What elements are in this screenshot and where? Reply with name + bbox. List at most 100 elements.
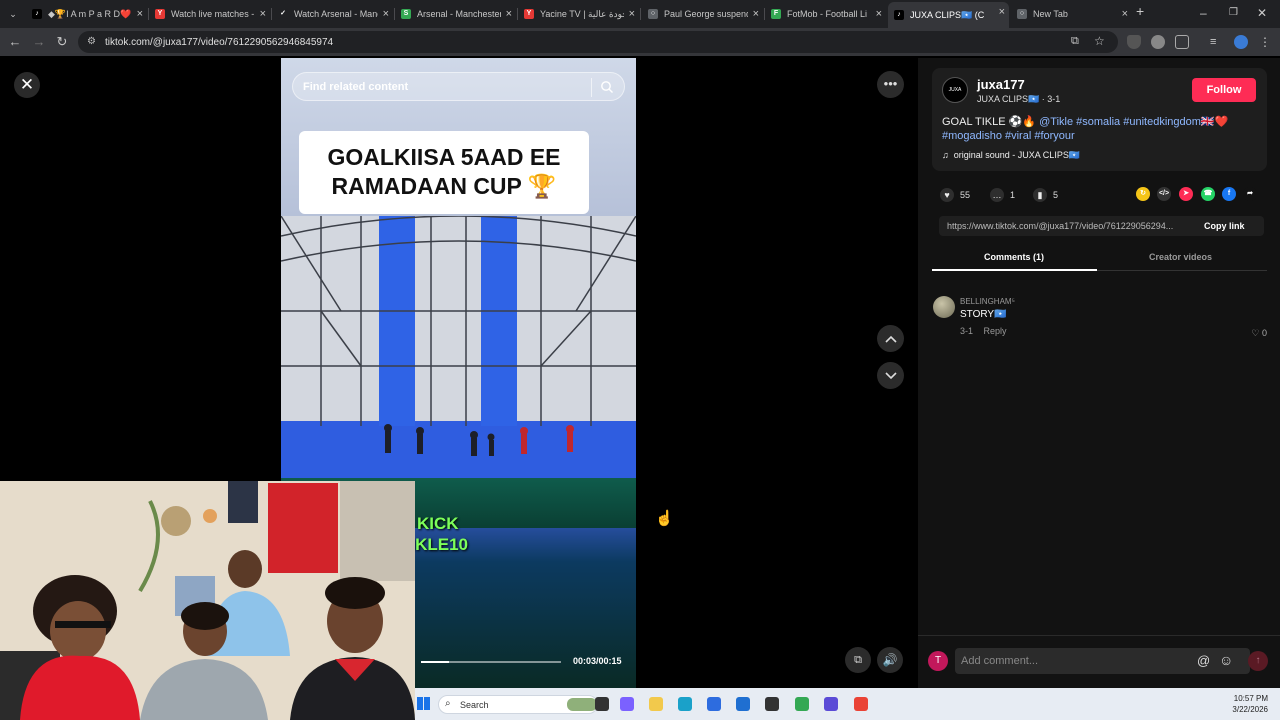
share-icon[interactable]: ➦ [1243,187,1257,201]
url-text[interactable]: tiktok.com/@juxa177/video/76122905629468… [105,37,333,48]
app-icon-2[interactable] [824,697,838,711]
tab-close-icon[interactable]: × [137,8,143,20]
reply-button[interactable]: Reply [984,326,1007,336]
tab-search-icon[interactable]: ⌄ [4,5,22,23]
webcam-overlay [0,481,415,720]
commenter-username[interactable]: BELLINGHAM⁵ [960,297,1015,306]
taskbar-clock[interactable]: 10:57 PM 3/22/2026 [1232,693,1268,715]
tab-close-icon[interactable]: × [876,8,882,20]
profile-avatar[interactable] [1234,35,1248,49]
send-icon[interactable]: ➤ [1179,187,1193,201]
caption-mention[interactable]: @Tikle [1039,116,1073,128]
author-avatar[interactable]: JUXA [942,77,968,103]
panel-tabs: Comments (1) Creator videos [932,245,1267,271]
more-options-button[interactable]: ••• [877,71,904,98]
tab-close-icon[interactable]: × [999,6,1005,18]
clock-time: 10:57 PM [1233,694,1268,703]
tab-favicon-icon: ○ [648,9,658,19]
browser-tab[interactable]: ♪ ◆🏆I A m P a R D❤️ × [26,4,147,24]
puzzle-extensions-icon[interactable] [1175,35,1189,49]
address-bar[interactable]: ⚙ tiktok.com/@juxa177/video/761229056294… [78,31,1118,53]
copilot-icon[interactable] [620,697,634,711]
tab-close-icon[interactable]: × [506,8,512,20]
outlook-icon[interactable] [736,697,750,711]
post-comment-button[interactable]: ↑ [1248,651,1268,671]
tab-close-icon[interactable]: × [383,8,389,20]
whatsapp-icon[interactable]: ☎ [1201,187,1215,201]
mention-icon[interactable]: @ [1197,653,1210,668]
store-icon[interactable] [707,697,721,711]
commenter-avatar[interactable] [933,296,955,318]
bookmark-star-icon[interactable]: ☆ [1094,34,1105,48]
previous-video-button[interactable] [877,325,904,352]
tab-close-icon[interactable]: × [1122,8,1128,20]
related-search-input[interactable]: Find related content [292,72,625,101]
browser-tab[interactable]: F FotMob - Football Li × [765,4,886,24]
tab-creator-videos[interactable]: Creator videos [1149,252,1212,262]
media-controls-icon[interactable]: ≡ [1210,35,1224,49]
current-user-avatar[interactable]: T [928,651,948,671]
video-caption: GOAL TIKLE ⚽🔥 @Tikle #somalia #unitedkin… [942,115,1252,143]
repost-icon[interactable]: ↻ [1136,187,1150,201]
copy-link-button[interactable]: Copy link [1204,221,1245,231]
taskbar-search[interactable]: ⌕ Search [438,695,598,714]
restore-icon[interactable]: ❐ [1229,7,1238,18]
active-tab-indicator [932,269,1097,271]
embed-icon[interactable]: </> [1157,187,1171,201]
site-info-icon[interactable]: ⚙ [87,36,96,47]
shield-extension-icon[interactable] [1127,35,1141,49]
tab-title: New Tab [1033,9,1068,19]
save-button[interactable]: ▮ 5 [1033,188,1058,202]
chrome-icon[interactable] [795,697,809,711]
browser-tab[interactable]: S Arsenal - Manchester × [395,4,516,24]
task-view-icon[interactable] [595,697,609,711]
search-icon[interactable] [600,80,614,94]
next-video-button[interactable] [877,362,904,389]
follow-button[interactable]: Follow [1192,78,1256,102]
minimize-icon[interactable]: – [1200,6,1207,20]
comment-input[interactable]: Add comment... @ ☺ [955,648,1250,674]
comment-button[interactable]: … 1 [990,188,1015,202]
windows-start-icon[interactable] [417,697,430,710]
author-username[interactable]: juxa177 [977,77,1025,92]
like-button[interactable]: ♥ 55 [940,188,970,202]
new-tab-button[interactable]: + [1136,3,1144,19]
extension-icon[interactable] [1151,35,1165,49]
browser-tab[interactable]: Y Yacine TV | جودة عالية × [518,4,639,24]
app-icon[interactable] [765,697,779,711]
comment-like-count: 0 [1261,328,1267,338]
file-explorer-icon[interactable] [649,697,663,711]
emoji-icon[interactable]: ☺ [1219,652,1233,668]
window-close-icon[interactable]: ✕ [1257,6,1267,20]
back-icon[interactable]: ← [6,33,24,51]
edge-icon[interactable] [678,697,692,711]
browser-tab[interactable]: ♪ JUXA CLIPS🇸🇴 (C × [888,2,1009,28]
facebook-icon[interactable]: f [1222,187,1236,201]
share-link-url[interactable]: https://www.tiktok.com/@juxa177/video/76… [947,221,1192,231]
tab-close-icon[interactable]: × [260,8,266,20]
windows-taskbar: ⌕ Search 10:57 PM 3/22/2026 [415,688,1280,720]
forward-icon[interactable]: → [30,33,48,51]
chrome-icon-2[interactable] [854,697,868,711]
browser-tab[interactable]: ○ New Tab × [1011,4,1132,24]
mini-player-button[interactable]: ⧉ [845,647,871,673]
save-count: 5 [1053,190,1059,200]
sound-link[interactable]: ♫ original sound - JUXA CLIPS🇸🇴 [942,150,1080,161]
install-app-icon[interactable]: ⧉ [1071,35,1079,48]
browser-tab[interactable]: ○ Paul George suspend × [642,4,763,24]
comment-like-button[interactable]: ♡ 0 [1251,328,1267,339]
like-count: 55 [960,190,971,200]
close-viewer-button[interactable]: ✕ [14,72,40,98]
comment-meta: 3-1 Reply [960,326,1007,336]
tab-close-icon[interactable]: × [753,8,759,20]
browser-tab[interactable]: ✓ Watch Arsenal - Manc × [272,4,393,24]
volume-button[interactable]: 🔊 [877,647,903,673]
tab-comments[interactable]: Comments (1) [984,252,1044,262]
reload-icon[interactable]: ↻ [53,33,71,51]
menu-kebab-icon[interactable]: ⋮ [1259,35,1273,49]
sound-name[interactable]: original sound - JUXA CLIPS🇸🇴 [954,150,1080,160]
video-progress-bar[interactable] [421,661,561,663]
search-divider [591,78,592,97]
browser-tab[interactable]: Y Watch live matches - × [149,4,270,24]
tab-close-icon[interactable]: × [629,8,635,20]
